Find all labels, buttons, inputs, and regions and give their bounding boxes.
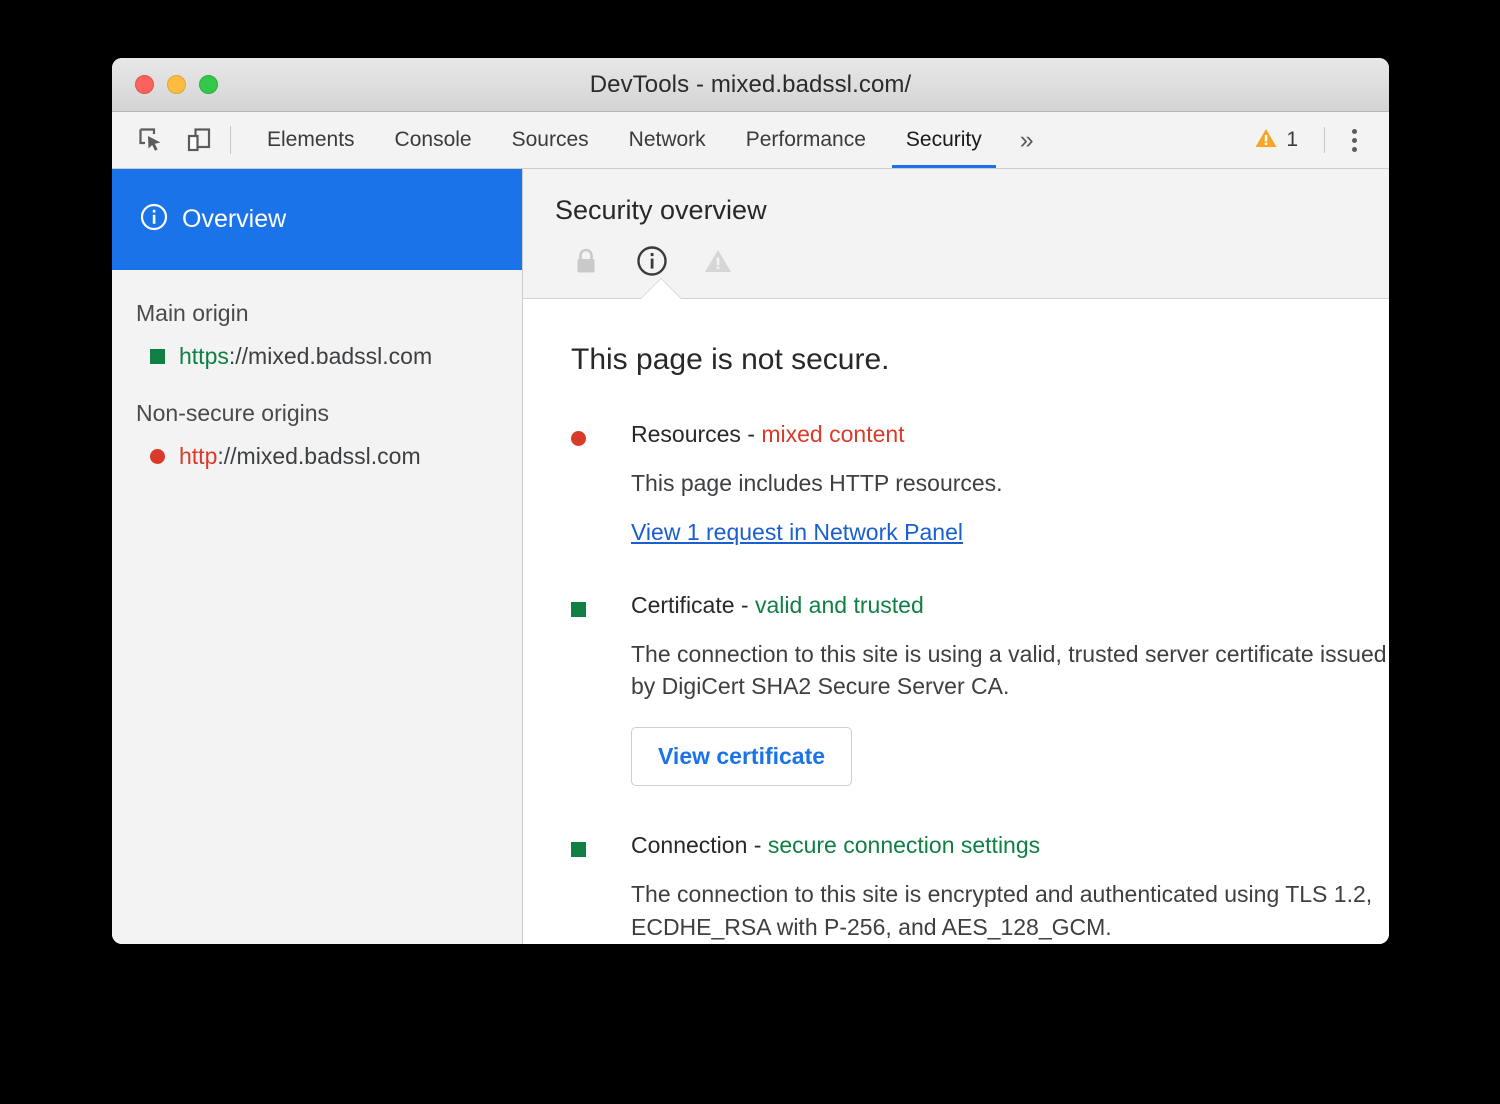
secure-square-icon — [571, 842, 586, 857]
warning-triangle-icon — [701, 244, 735, 278]
warning-badge[interactable]: 1 — [1242, 126, 1310, 155]
tab-performance[interactable]: Performance — [726, 112, 886, 168]
info-circle-icon — [635, 244, 669, 278]
sidebar-item-overview-label: Overview — [182, 205, 286, 234]
view-certificate-button[interactable]: View certificate — [631, 727, 852, 786]
explanation-title: Resources - mixed content — [631, 421, 1389, 448]
devtools-toolbar: Elements Console Sources Network Perform… — [112, 112, 1389, 169]
origin-host: ://mixed.badssl.com — [229, 343, 432, 369]
window-controls — [112, 75, 218, 94]
security-summary-headline: This page is not secure. — [571, 343, 1389, 377]
warning-triangle-icon — [1254, 126, 1278, 155]
zoom-button[interactable] — [199, 75, 218, 94]
security-sidebar: Overview Main origin https://mixed.badss… — [112, 169, 523, 944]
toolbar-divider — [230, 126, 231, 154]
explanation-resources: Resources - mixed content This page incl… — [571, 421, 1389, 546]
explanation-marker — [571, 832, 631, 943]
explanation-description: The connection to this site is encrypted… — [631, 878, 1389, 943]
explanation-description: The connection to this site is using a v… — [631, 638, 1389, 703]
secure-square-icon — [571, 602, 586, 617]
kebab-dot — [1352, 147, 1357, 152]
toolbar-right-divider — [1324, 127, 1325, 153]
secure-square-icon — [150, 349, 165, 364]
title-bar: DevTools - mixed.badssl.com/ — [112, 58, 1389, 112]
lock-icon — [569, 244, 603, 278]
active-state-pointer — [641, 279, 681, 299]
window-title: DevTools - mixed.badssl.com/ — [112, 71, 1389, 99]
panel-tabs: Elements Console Sources Network Perform… — [247, 112, 1052, 168]
toolbar-right-group: 1 — [1242, 112, 1389, 168]
tab-elements[interactable]: Elements — [247, 112, 375, 168]
panel-body: Overview Main origin https://mixed.badss… — [112, 169, 1389, 944]
inspect-element-icon[interactable] — [134, 123, 168, 157]
sidebar-group-title: Main origin — [112, 270, 522, 327]
origin-url: http://mixed.badssl.com — [179, 443, 421, 470]
explanation-certificate: Certificate - valid and trusted The conn… — [571, 592, 1389, 786]
kebab-dot — [1352, 138, 1357, 143]
explanation-body: Certificate - valid and trusted The conn… — [631, 592, 1389, 786]
explanation-title: Certificate - valid and trusted — [631, 592, 1389, 619]
explanation-title-prefix: Connection - — [631, 832, 768, 858]
security-explanations: This page is not secure. Resources - mix… — [523, 299, 1389, 944]
insecure-circle-icon — [150, 449, 165, 464]
kebab-menu-icon[interactable] — [1339, 123, 1369, 157]
minimize-button[interactable] — [167, 75, 186, 94]
devtools-window: DevTools - mixed.badssl.com/ Elements Co… — [112, 58, 1389, 944]
sidebar-group-main-origin: Main origin https://mixed.badssl.com — [112, 270, 522, 370]
tab-sources[interactable]: Sources — [492, 112, 609, 168]
device-toolbar-icon[interactable] — [182, 123, 216, 157]
explanation-connection: Connection - secure connection settings … — [571, 832, 1389, 943]
insecure-circle-icon — [571, 431, 586, 446]
sidebar-group-non-secure-origins: Non-secure origins http://mixed.badssl.c… — [112, 370, 522, 470]
close-button[interactable] — [135, 75, 154, 94]
explanation-body: Connection - secure connection settings … — [631, 832, 1389, 943]
kebab-dot — [1352, 129, 1357, 134]
origin-url: https://mixed.badssl.com — [179, 343, 432, 370]
tab-console[interactable]: Console — [375, 112, 492, 168]
tab-security[interactable]: Security — [886, 112, 1002, 168]
tab-network[interactable]: Network — [609, 112, 726, 168]
view-requests-link[interactable]: View 1 request in Network Panel — [631, 519, 963, 546]
explanation-description: This page includes HTTP resources. — [631, 467, 1389, 500]
info-circle-icon — [140, 203, 168, 236]
page-title: Security overview — [555, 195, 1389, 226]
explanation-body: Resources - mixed content This page incl… — [631, 421, 1389, 546]
sidebar-origin-item[interactable]: https://mixed.badssl.com — [112, 327, 522, 370]
sidebar-item-overview[interactable]: Overview — [112, 169, 522, 270]
explanation-title-prefix: Resources - — [631, 421, 761, 447]
explanation-title-prefix: Certificate - — [631, 592, 755, 618]
warning-count: 1 — [1286, 128, 1298, 152]
explanation-marker — [571, 421, 631, 546]
explanation-title: Connection - secure connection settings — [631, 832, 1389, 859]
toolbar-icon-group — [134, 112, 216, 168]
origin-host: ://mixed.badssl.com — [217, 443, 420, 469]
sidebar-group-title: Non-secure origins — [112, 370, 522, 427]
security-main-panel: Security overview — [523, 169, 1389, 944]
origin-scheme: https — [179, 343, 229, 369]
security-panel-header: Security overview — [523, 169, 1389, 299]
explanation-marker — [571, 592, 631, 786]
explanation-title-state: valid and trusted — [755, 592, 924, 618]
explanation-title-state: mixed content — [761, 421, 904, 447]
sidebar-origin-item[interactable]: http://mixed.badssl.com — [112, 427, 522, 470]
explanation-title-state: secure connection settings — [768, 832, 1040, 858]
tabs-overflow-chevron-icon[interactable]: » — [1002, 112, 1052, 168]
origin-scheme: http — [179, 443, 217, 469]
